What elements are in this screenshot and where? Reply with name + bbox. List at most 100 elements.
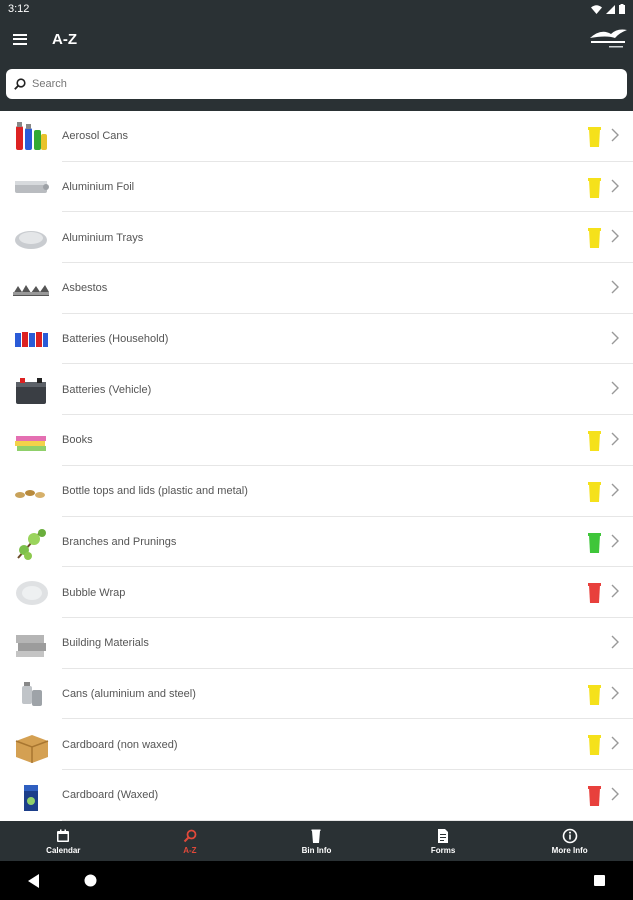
battery-icon xyxy=(619,4,625,14)
calendar-icon xyxy=(57,829,70,842)
list-item-label: Batteries (Household) xyxy=(62,333,169,346)
chevron-right-icon xyxy=(611,432,619,446)
back-icon[interactable] xyxy=(28,874,40,888)
list-item[interactable]: Batteries (Household) xyxy=(0,314,633,365)
aluminium-trays-icon xyxy=(12,220,50,256)
list-item-label: Cardboard (non waxed) xyxy=(62,738,178,751)
bottle-tops-icon xyxy=(12,473,50,509)
page-title: A-Z xyxy=(52,30,77,48)
cardboard-box-icon xyxy=(12,727,50,763)
list-item[interactable]: Aluminium Foil xyxy=(0,162,633,213)
chevron-right-icon xyxy=(611,179,619,193)
status-icons xyxy=(591,4,625,14)
signal-icon xyxy=(606,4,615,14)
recents-icon[interactable] xyxy=(594,875,605,886)
list-item[interactable]: Asbestos xyxy=(0,263,633,314)
red-bin-icon xyxy=(588,785,601,806)
waxed-carton-icon xyxy=(12,777,50,813)
aerosol-cans-icon xyxy=(12,118,50,154)
list-item[interactable]: Batteries (Vehicle) xyxy=(0,364,633,416)
bubble-wrap-icon xyxy=(12,575,50,611)
yellow-bin-icon xyxy=(588,431,601,452)
bin-icon xyxy=(311,829,321,843)
list-item[interactable]: Bottle tops and lids (plastic and metal) xyxy=(0,466,633,517)
menu-button[interactable] xyxy=(0,18,40,60)
nav-az-label: A-Z xyxy=(183,845,197,855)
list-item-label: Aluminium Foil xyxy=(62,181,135,194)
nav-more-info-label: More Info xyxy=(551,845,588,855)
building-materials-icon xyxy=(12,625,50,661)
info-icon xyxy=(562,828,577,843)
branches-icon xyxy=(12,524,50,560)
list-item-label: Cans (aluminium and steel) xyxy=(62,687,196,700)
chevron-right-icon xyxy=(611,686,619,700)
list-item[interactable]: Bubble Wrap xyxy=(0,567,633,618)
yellow-bin-icon xyxy=(588,228,601,249)
yellow-bin-icon xyxy=(588,177,601,198)
chevron-right-icon xyxy=(611,736,619,750)
list-item[interactable]: Branches and Prunings xyxy=(0,517,633,568)
list-item-label: Building Materials xyxy=(62,637,149,650)
yellow-bin-icon xyxy=(588,127,601,147)
chevron-right-icon xyxy=(611,280,619,294)
council-logo xyxy=(590,29,627,48)
list-item[interactable]: Aerosol Cans xyxy=(0,111,633,162)
nav-bin-info-label: Bin Info xyxy=(301,845,332,855)
yellow-bin-icon xyxy=(588,481,601,502)
status-bar: 3:12 xyxy=(0,0,633,18)
chevron-right-icon xyxy=(611,229,619,243)
list-item-label: Books xyxy=(62,434,93,447)
list-item[interactable]: Aluminium Trays xyxy=(0,212,633,264)
cans-icon xyxy=(12,676,50,712)
nav-calendar-label: Calendar xyxy=(46,845,81,855)
nav-forms[interactable]: Forms xyxy=(380,821,507,861)
list-item-label: Aluminium Trays xyxy=(62,231,144,244)
status-time: 3:12 xyxy=(8,3,30,15)
list-item[interactable]: Cardboard (non waxed) xyxy=(0,719,633,770)
list-item-label: Aerosol Cans xyxy=(62,130,129,143)
az-list: Aerosol Cans Aluminium Foil Aluminium Tray… xyxy=(0,111,633,821)
chevron-right-icon xyxy=(611,534,619,547)
list-item[interactable]: Building Materials xyxy=(0,618,633,669)
nav-forms-label: Forms xyxy=(430,845,456,855)
wifi-icon xyxy=(591,4,602,14)
document-icon xyxy=(438,828,449,843)
list-item-label: Cardboard (Waxed) xyxy=(62,789,159,802)
system-nav-bar xyxy=(0,861,633,900)
list-item[interactable]: Cans (aluminium and steel) xyxy=(0,669,633,720)
list-item-label: Batteries (Vehicle) xyxy=(62,383,152,396)
app-bar: A-Z xyxy=(0,18,633,60)
yellow-bin-icon xyxy=(588,735,601,756)
search-box[interactable] xyxy=(6,69,627,99)
chevron-right-icon xyxy=(611,381,619,395)
home-icon[interactable] xyxy=(84,874,97,887)
red-bin-icon xyxy=(588,583,601,604)
nav-calendar[interactable]: Calendar xyxy=(0,821,127,861)
car-battery-icon xyxy=(12,372,50,408)
list-item-label: Bubble Wrap xyxy=(62,586,126,599)
search-icon xyxy=(14,78,26,90)
nav-az[interactable]: A-Z xyxy=(127,821,254,861)
chevron-right-icon xyxy=(611,787,619,801)
batteries-household-icon xyxy=(12,321,50,357)
search-icon xyxy=(183,829,197,842)
green-bin-icon xyxy=(588,532,601,553)
aluminium-foil-icon xyxy=(12,169,50,205)
search-area xyxy=(0,60,633,111)
nav-more-info[interactable]: More Info xyxy=(506,821,633,861)
yellow-bin-icon xyxy=(588,684,601,705)
chevron-right-icon xyxy=(611,584,619,598)
chevron-right-icon xyxy=(611,635,619,649)
hamburger-icon xyxy=(13,33,27,45)
list-item[interactable]: Books xyxy=(0,415,633,466)
chevron-right-icon xyxy=(611,128,619,142)
chevron-right-icon xyxy=(611,483,619,497)
list-item[interactable]: Cardboard (Waxed) xyxy=(0,770,633,821)
list-item-label: Bottle tops and lids (plastic and metal) xyxy=(62,485,248,498)
books-icon xyxy=(12,422,50,458)
search-input[interactable] xyxy=(32,78,592,90)
chevron-right-icon xyxy=(611,331,619,345)
list-item-label: Branches and Prunings xyxy=(62,535,177,548)
list-item-label: Asbestos xyxy=(62,282,108,295)
nav-bin-info[interactable]: Bin Info xyxy=(253,821,380,861)
